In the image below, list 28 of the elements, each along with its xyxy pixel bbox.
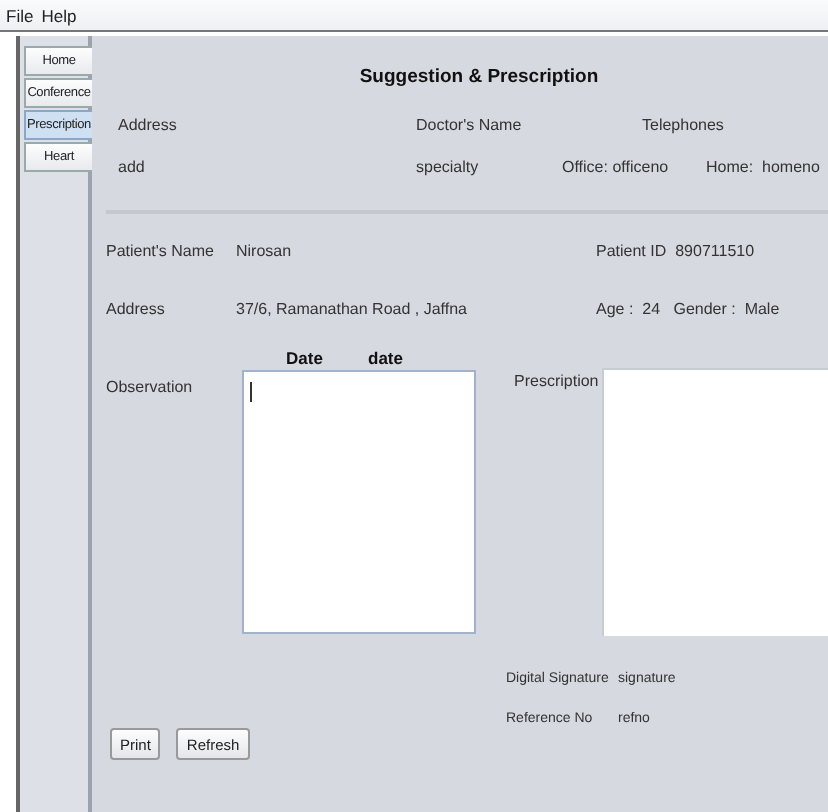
patient-address-value: 37/6, Ramanathan Road , Jaffna <box>236 299 469 317</box>
patient-address-label: Address <box>106 299 167 317</box>
telephones-label: Telephones <box>642 115 724 133</box>
patient-id-value: 890711510 <box>675 241 755 259</box>
age-value: 24 <box>642 299 661 317</box>
date-label: Date <box>286 347 325 367</box>
menu-item[interactable]: File <box>6 5 34 25</box>
prescription-label: Prescription <box>514 372 601 390</box>
specialty-value: specialty <box>416 157 481 175</box>
address-label: Address <box>118 115 179 133</box>
form-title: Suggestion & Prescription <box>357 66 601 92</box>
patient-id-label: Patient ID <box>596 241 667 259</box>
age-label: Age : <box>596 299 634 317</box>
observation-field[interactable] <box>242 370 476 634</box>
menu-item[interactable]: Help <box>41 5 77 25</box>
office-label: Office: <box>562 157 608 175</box>
doctor-name-label: Doctor's Name <box>416 115 524 133</box>
gender-label: Gender : <box>673 299 736 317</box>
patient-name-value: Nirosan <box>236 241 294 259</box>
prescription-field[interactable] <box>602 368 828 636</box>
observation-label: Observation <box>106 378 195 396</box>
home-value: homeno <box>762 157 820 175</box>
home-label: Home: <box>706 157 754 175</box>
patient-name-label: Patient's Name <box>106 241 216 259</box>
date-value: date <box>368 347 403 367</box>
gender-value: Male <box>744 299 780 317</box>
office-value: officeno <box>612 157 669 175</box>
address-value: add <box>118 157 147 175</box>
